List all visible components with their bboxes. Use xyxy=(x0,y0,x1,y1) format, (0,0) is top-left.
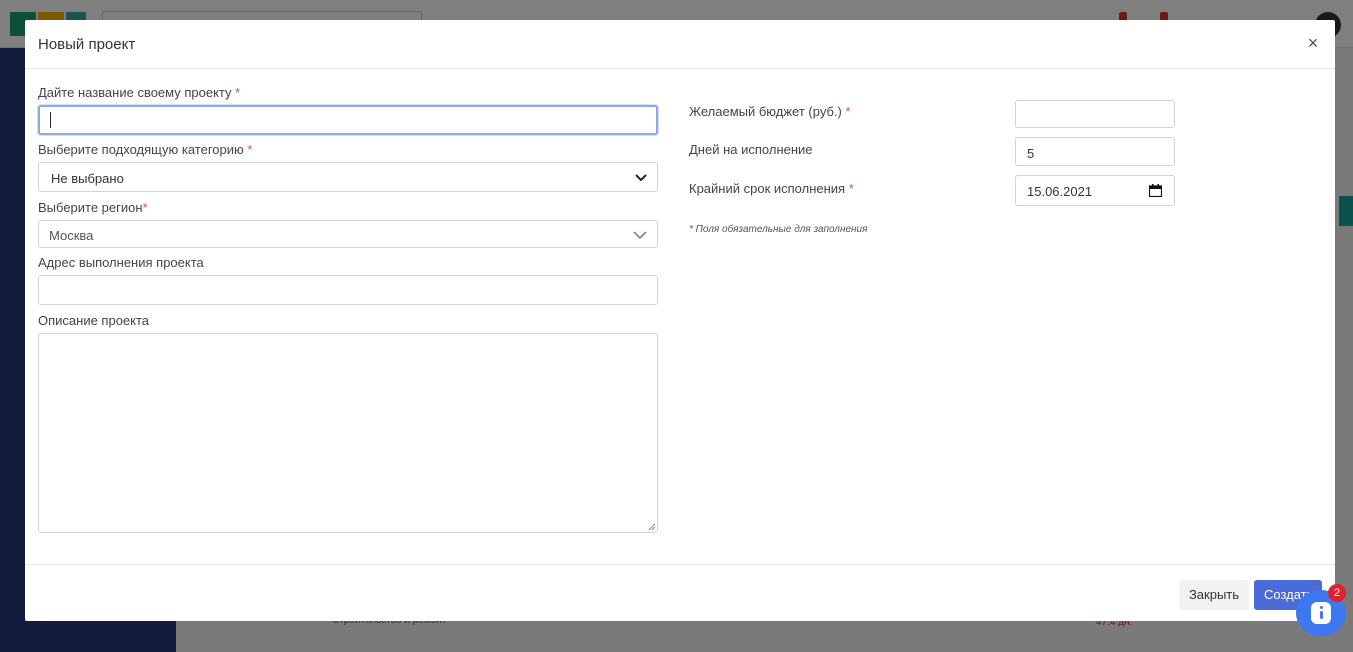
chevron-down-icon xyxy=(635,174,647,182)
budget-input[interactable] xyxy=(1015,100,1175,128)
modal-title: Новый проект xyxy=(38,36,136,53)
description-label: Описание проекта xyxy=(38,313,150,328)
region-label: Выберите регион* xyxy=(38,200,148,215)
new-project-modal: Новый проект × Дайте название своему про… xyxy=(25,20,1335,621)
days-label: Дней на исполнение xyxy=(689,142,813,157)
address-label: Адрес выполнения проекта xyxy=(38,255,204,270)
required-fields-note: * Поля обязательные для заполнения xyxy=(689,224,868,235)
project-name-label: Дайте название своему проекту * xyxy=(38,85,241,100)
close-button[interactable]: Закрыть xyxy=(1179,580,1249,610)
text-cursor xyxy=(50,112,51,128)
chevron-down-icon xyxy=(633,231,647,240)
region-select[interactable]: Москва xyxy=(38,220,658,248)
deadline-value: 15.06.2021 xyxy=(1027,184,1093,199)
category-select[interactable]: Не выбрано xyxy=(38,162,658,192)
category-label: Выберите подходящую категорию * xyxy=(38,142,253,157)
region-select-value: Москва xyxy=(49,228,94,243)
modal-header: Новый проект × xyxy=(25,20,1335,69)
calendar-icon[interactable] xyxy=(1149,184,1162,197)
description-textarea[interactable] xyxy=(38,333,658,533)
close-icon[interactable]: × xyxy=(1304,33,1322,53)
modal-footer: Закрыть Создать xyxy=(25,564,1335,621)
budget-label: Желаемый бюджет (руб.) * xyxy=(689,104,851,119)
chat-icon xyxy=(1311,602,1331,624)
resize-handle-icon[interactable] xyxy=(647,522,656,531)
days-input[interactable]: 5 xyxy=(1015,137,1175,166)
days-value: 5 xyxy=(1027,146,1035,161)
address-input[interactable] xyxy=(38,275,658,305)
deadline-label: Крайний срок исполнения * xyxy=(689,181,854,196)
project-name-input[interactable] xyxy=(38,105,658,135)
chat-badge: 2 xyxy=(1328,584,1346,602)
category-select-value: Не выбрано xyxy=(51,171,124,186)
deadline-date-input[interactable]: 15.06.2021 xyxy=(1015,175,1175,206)
